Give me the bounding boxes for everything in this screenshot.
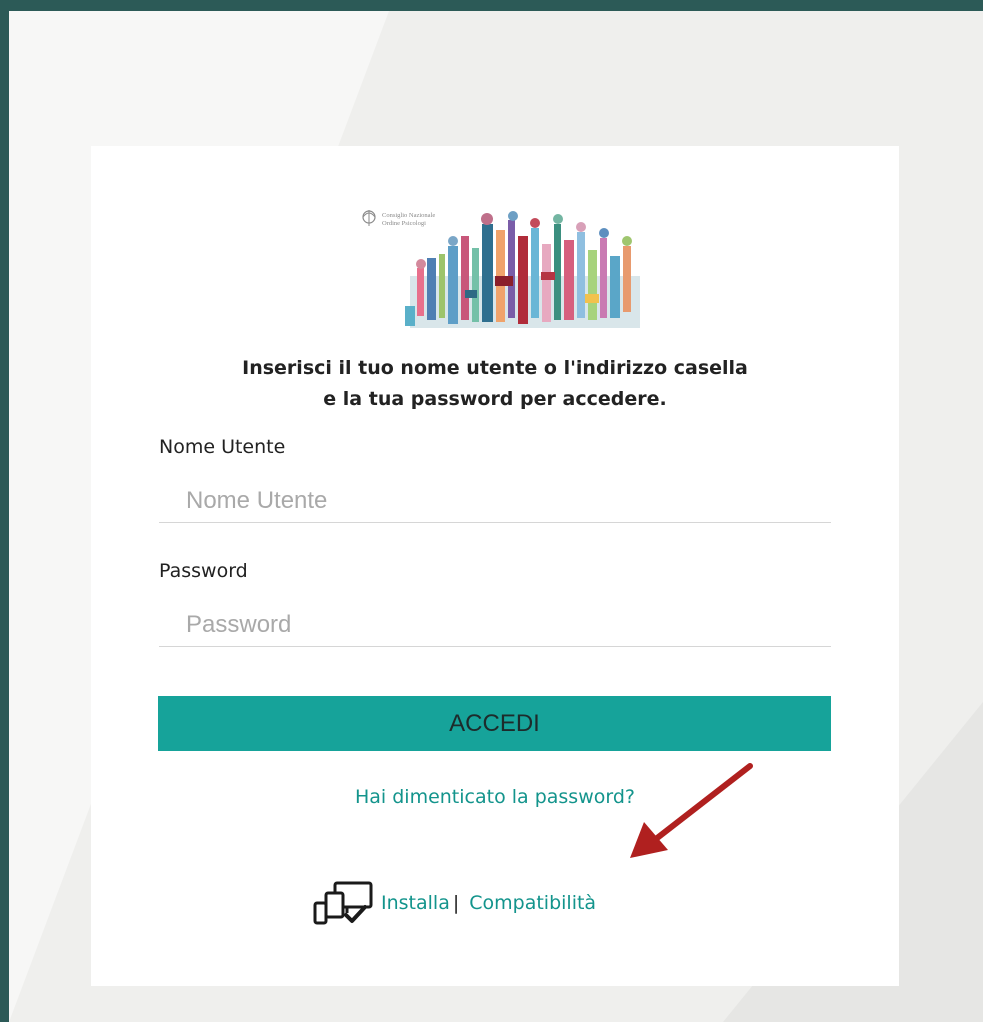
install-compat-row: Installa | Compatibilità	[313, 881, 596, 925]
install-link[interactable]: Installa	[381, 892, 450, 914]
link-separator: |	[452, 892, 460, 914]
devices-check-icon	[313, 881, 373, 925]
logo-emblem-icon	[362, 210, 376, 226]
instructions-line-2: e la tua password per accedere.	[323, 388, 667, 410]
login-instructions: Inserisci il tuo nome utente o l'indiriz…	[91, 353, 899, 415]
username-input[interactable]	[159, 479, 831, 523]
red-arrow-annotation	[630, 763, 753, 858]
compatibility-link[interactable]: Compatibilità	[469, 892, 596, 914]
username-label: Nome Utente	[159, 436, 286, 458]
logo-crowd-illustration	[405, 211, 640, 328]
forgot-password-link[interactable]: Hai dimenticato la password?	[91, 786, 899, 808]
login-button[interactable]: ACCEDI	[158, 696, 831, 751]
password-label: Password	[159, 560, 248, 582]
logo-text-line2: Ordine Psicologi	[382, 220, 426, 227]
logo-text-line1: Consiglio Nazionale	[382, 212, 435, 219]
cnop-logo: Consiglio Nazionale Ordine Psicologi	[362, 210, 640, 328]
instructions-line-1: Inserisci il tuo nome utente o l'indiriz…	[242, 357, 748, 379]
password-input[interactable]	[159, 603, 831, 647]
login-card: Consiglio Nazionale Ordine Psicologi Ins…	[91, 146, 899, 986]
